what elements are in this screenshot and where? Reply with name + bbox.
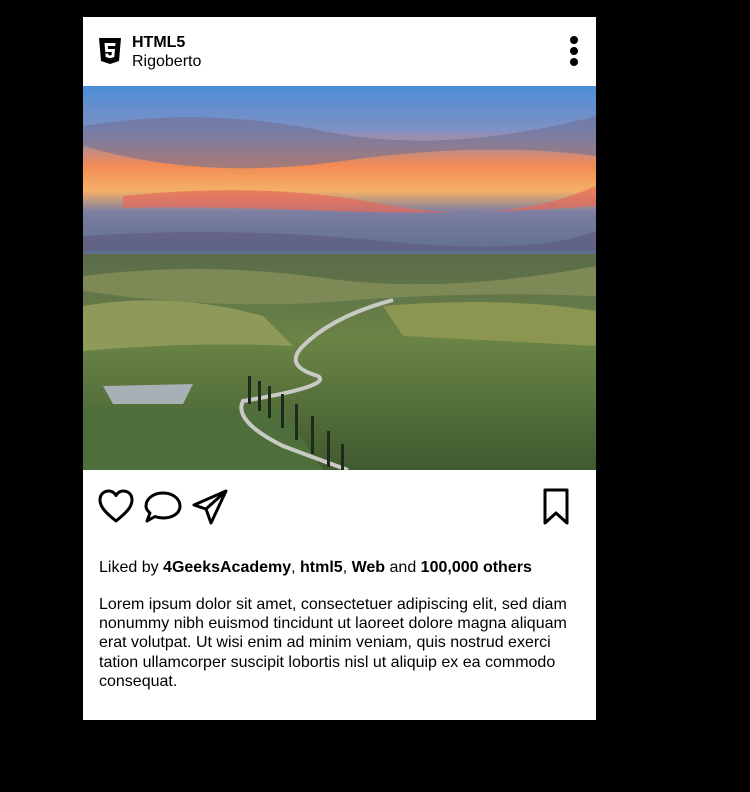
separator: , (291, 559, 301, 576)
post-caption: Lorem ipsum dolor sit amet, consectetuer… (99, 596, 567, 690)
liked-by-user[interactable]: html5 (300, 559, 343, 576)
likes-prefix: Liked by (99, 559, 164, 576)
heart-icon[interactable] (98, 487, 134, 527)
post-image[interactable] (83, 86, 596, 470)
author-name[interactable]: Rigoberto (132, 53, 201, 71)
likes-summary: Liked by 4GeeksAcademy, html5, Web and 1… (99, 559, 532, 577)
post-card: HTML5 Rigoberto Liked by 4GeeksAcademy, … (83, 17, 596, 720)
post-actions (83, 487, 596, 531)
likes-and: and (385, 559, 421, 576)
comment-icon[interactable] (144, 487, 182, 527)
separator: , (342, 559, 352, 576)
likes-others[interactable]: 100,000 others (421, 559, 532, 576)
paper-plane-icon[interactable] (191, 487, 229, 527)
liked-by-user[interactable]: 4GeeksAcademy (163, 559, 291, 576)
account-name[interactable]: HTML5 (132, 34, 185, 52)
vertical-dots-icon[interactable] (565, 35, 583, 67)
bookmark-icon[interactable] (541, 487, 571, 527)
liked-by-user[interactable]: Web (352, 559, 385, 576)
post-header: HTML5 Rigoberto (83, 17, 596, 86)
html5-icon (99, 38, 121, 64)
